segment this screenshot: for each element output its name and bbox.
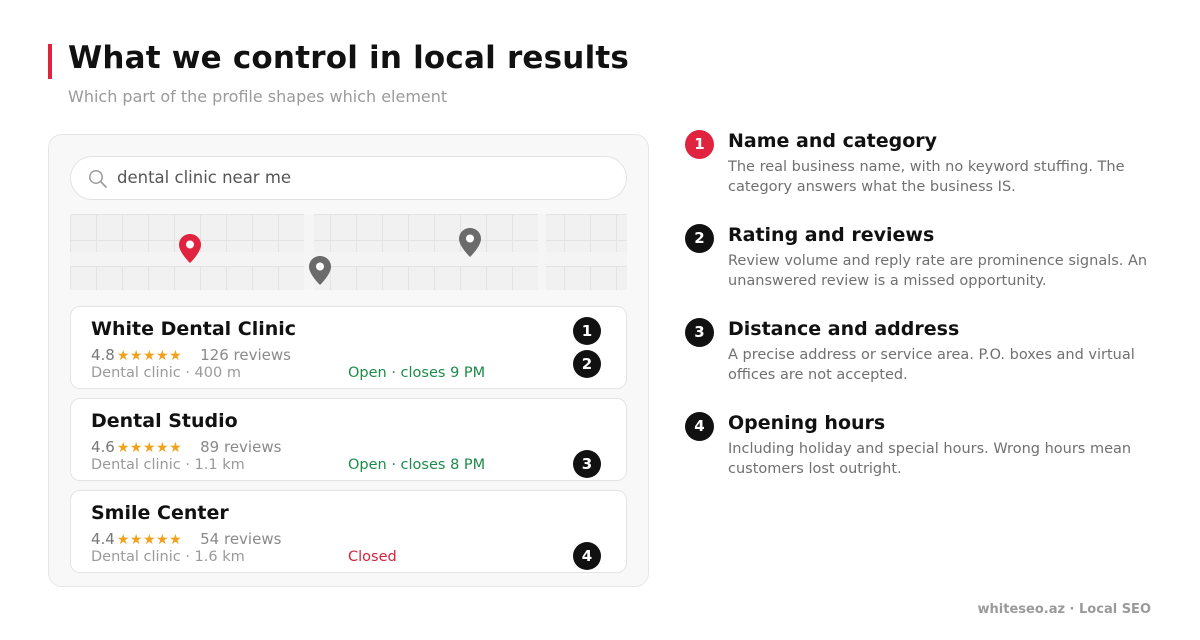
map-pin-icon[interactable]	[308, 255, 332, 286]
callout-badge: 3	[573, 450, 601, 478]
legend-number-badge: 3	[685, 318, 714, 347]
result-card[interactable]: White Dental Clinic 4.8 ★★★★★ 126 reviews …	[70, 306, 627, 389]
map-preview[interactable]	[70, 214, 627, 290]
business-name[interactable]: White Dental Clinic	[91, 318, 296, 340]
result-card[interactable]: Dental Studio 4.6 ★★★★★ 89 reviews Dental …	[70, 398, 627, 481]
legend-description: The real business name, with no keyword …	[728, 159, 1125, 195]
legend-title: Distance and address	[728, 318, 960, 340]
review-count[interactable]: 89 reviews	[200, 438, 281, 456]
business-name[interactable]: Smile Center	[91, 502, 229, 524]
legend-title: Opening hours	[728, 412, 886, 434]
opening-status: Closed	[348, 549, 397, 565]
map-pin-icon[interactable]	[458, 227, 482, 258]
local-results-mockup: dental clinic near me White Dental Clini…	[48, 134, 649, 587]
rating-row: 4.6 ★★★★★ 89 reviews	[91, 438, 281, 456]
legend-number-badge: 1	[685, 130, 714, 159]
legend-description: A precise address or service area. P.O. …	[728, 347, 1135, 383]
map-pin-icon[interactable]	[178, 233, 202, 264]
legend-number-badge: 4	[685, 412, 714, 441]
review-count[interactable]: 54 reviews	[200, 530, 281, 548]
rating-row: 4.4 ★★★★★ 54 reviews	[91, 530, 281, 548]
opening-status: Open · closes 8 PM	[348, 457, 486, 473]
rating-value: 4.6	[91, 438, 115, 456]
search-bar[interactable]: dental clinic near me	[70, 156, 627, 200]
rating-value: 4.4	[91, 530, 115, 548]
category-distance: Dental clinic · 1.1 km	[91, 457, 245, 473]
category-distance: Dental clinic · 400 m	[91, 365, 241, 381]
title-accent-bar	[48, 44, 52, 79]
result-card[interactable]: Smile Center 4.4 ★★★★★ 54 reviews Dental c…	[70, 490, 627, 573]
legend-title: Rating and reviews	[728, 224, 935, 246]
star-rating-icon: ★★★★★	[116, 348, 183, 364]
rating-row: 4.8 ★★★★★ 126 reviews	[91, 346, 291, 364]
page-subtitle: Which part of the profile shapes which e…	[68, 87, 448, 106]
page-title: What we control in local results	[68, 40, 630, 76]
map-road	[538, 214, 546, 290]
search-icon	[89, 170, 107, 188]
star-rating-icon: ★★★★★	[116, 532, 183, 548]
legend-title: Name and category	[728, 130, 938, 152]
opening-status: Open · closes 9 PM	[348, 365, 486, 381]
legend-description: Including holiday and special hours. Wro…	[728, 441, 1132, 477]
review-count[interactable]: 126 reviews	[200, 346, 291, 364]
star-rating-icon: ★★★★★	[116, 440, 183, 456]
footer-credit: whiteseo.az · Local SEO	[977, 602, 1151, 617]
search-query[interactable]: dental clinic near me	[117, 168, 291, 187]
category-distance: Dental clinic · 1.6 km	[91, 549, 245, 565]
business-name[interactable]: Dental Studio	[91, 410, 238, 432]
callout-badge: 1	[573, 317, 601, 345]
legend-number-badge: 2	[685, 224, 714, 253]
callout-badge: 4	[573, 542, 601, 570]
legend-description: Review volume and reply rate are promine…	[728, 253, 1148, 289]
callout-badge: 2	[573, 350, 601, 378]
rating-value: 4.8	[91, 346, 115, 364]
